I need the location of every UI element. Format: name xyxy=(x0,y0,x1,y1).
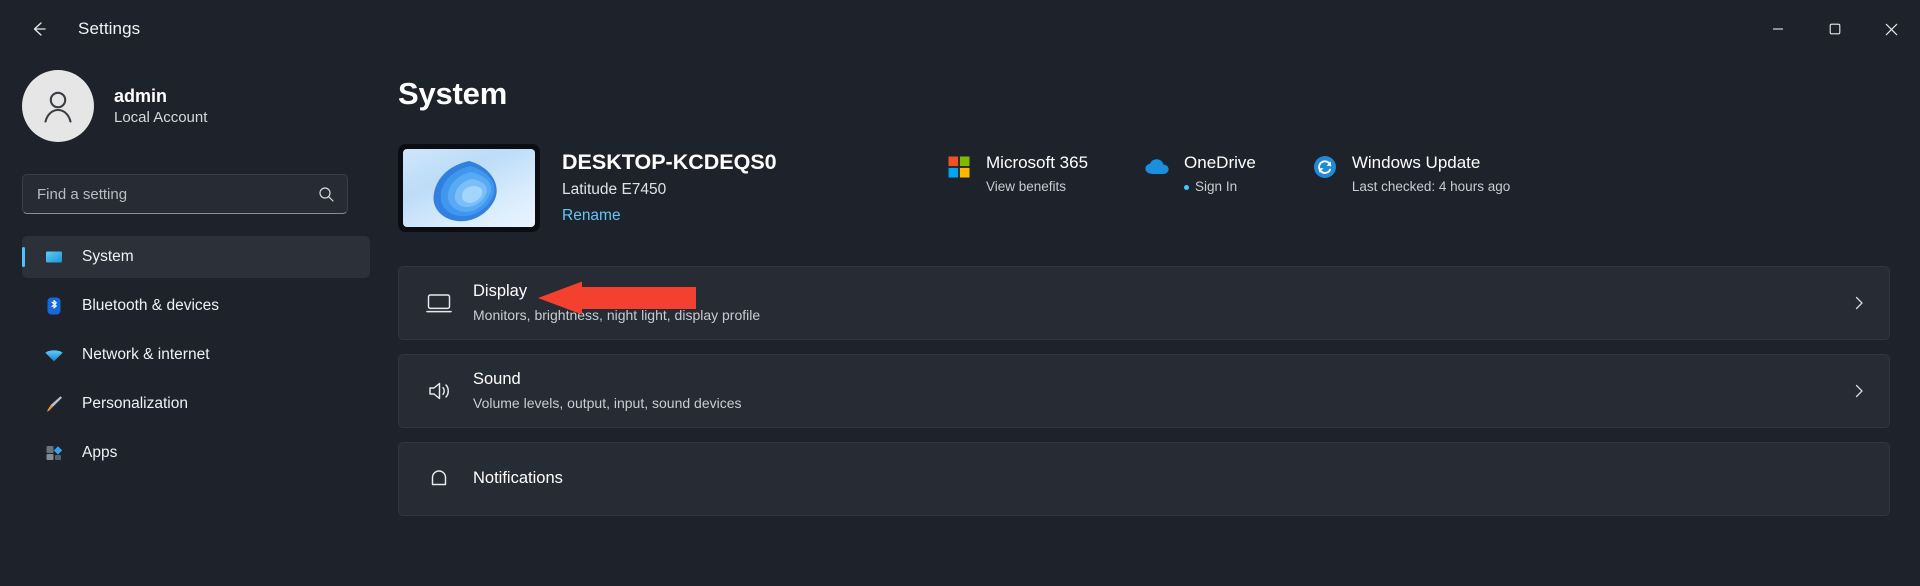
windows-bloom-wallpaper-thumbnail xyxy=(403,149,535,227)
avatar xyxy=(22,70,94,142)
sidebar-item-bluetooth-devices[interactable]: Bluetooth & devices xyxy=(22,285,370,327)
account-name: admin xyxy=(114,84,207,108)
page-title: System xyxy=(398,76,1890,112)
close-icon xyxy=(1885,23,1898,36)
wifi-icon xyxy=(44,345,64,365)
settings-rows: Tekzone.vn Display Monitors, brightness,… xyxy=(398,266,1890,516)
settings-row-sound[interactable]: Sound Volume levels, output, input, soun… xyxy=(398,354,1890,428)
device-thumbnail xyxy=(398,144,540,232)
sidebar-item-label: System xyxy=(82,248,134,266)
quick-link-subtitle: View benefits xyxy=(986,177,1066,197)
window-caption-buttons xyxy=(1749,0,1920,58)
sidebar: admin Local Account xyxy=(0,58,380,586)
main-content: System DESKTOP-KCDEQS0 xyxy=(398,58,1920,586)
sidebar-item-system[interactable]: System xyxy=(22,236,370,278)
search-box[interactable] xyxy=(22,174,348,214)
quick-link-onedrive[interactable]: OneDrive Sign In xyxy=(1144,152,1256,197)
sidebar-item-label: Personalization xyxy=(82,395,188,413)
back-button[interactable] xyxy=(18,11,58,47)
account-type: Local Account xyxy=(114,108,207,128)
maximize-icon xyxy=(1829,23,1841,35)
sidebar-nav: System Bluetooth & devices xyxy=(22,236,380,474)
device-summary: DESKTOP-KCDEQS0 Latitude E7450 Rename xyxy=(398,144,1890,232)
sound-speaker-icon xyxy=(419,378,459,404)
maximize-button[interactable] xyxy=(1806,0,1863,58)
onedrive-cloud-icon xyxy=(1144,154,1170,180)
back-arrow-icon xyxy=(27,18,49,40)
quick-link-title: Microsoft 365 xyxy=(986,152,1088,174)
paintbrush-icon xyxy=(44,394,64,414)
notifications-bell-icon xyxy=(419,466,459,492)
settings-row-text: Display Monitors, brightness, night ligh… xyxy=(473,280,1851,326)
quick-link-windows-update[interactable]: Windows Update Last checked: 4 hours ago xyxy=(1312,152,1510,197)
device-info: DESKTOP-KCDEQS0 Latitude E7450 Rename xyxy=(562,144,777,228)
quick-link-subtitle-row: Last checked: 4 hours ago xyxy=(1352,177,1510,197)
quick-link-subtitle-row: Sign In xyxy=(1184,177,1256,197)
search-input[interactable] xyxy=(37,186,318,203)
quick-link-subtitle: Last checked: 4 hours ago xyxy=(1352,177,1510,197)
settings-row-title: Sound xyxy=(473,368,1851,391)
settings-row-subtitle: Volume levels, output, input, sound devi… xyxy=(473,393,1851,414)
bluetooth-icon xyxy=(44,296,64,316)
windows-update-sync-icon xyxy=(1312,154,1338,180)
apps-icon xyxy=(44,443,64,463)
account-summary[interactable]: admin Local Account xyxy=(22,70,380,142)
quick-link-microsoft-365[interactable]: Microsoft 365 View benefits xyxy=(946,152,1088,197)
minimize-button[interactable] xyxy=(1749,0,1806,58)
device-model: Latitude E7450 xyxy=(562,178,777,202)
sidebar-item-personalization[interactable]: Personalization xyxy=(22,383,370,425)
sidebar-item-apps[interactable]: Apps xyxy=(22,432,370,474)
sidebar-item-network-internet[interactable]: Network & internet xyxy=(22,334,370,376)
quick-link-subtitle-row: View benefits xyxy=(986,177,1088,197)
quick-link-subtitle: Sign In xyxy=(1195,177,1237,197)
display-monitor-icon xyxy=(419,290,459,316)
search-icon[interactable] xyxy=(318,186,335,203)
title-bar: Settings xyxy=(0,0,1920,58)
minimize-icon xyxy=(1772,23,1784,35)
quick-links: Microsoft 365 View benefits OneDrive xyxy=(946,152,1510,197)
settings-row-text: Notifications xyxy=(473,467,1867,490)
settings-row-subtitle: Monitors, brightness, night light, displ… xyxy=(473,305,1851,326)
settings-row-text: Sound Volume levels, output, input, soun… xyxy=(473,368,1851,414)
sidebar-item-label: Apps xyxy=(82,444,117,462)
settings-row-display[interactable]: Display Monitors, brightness, night ligh… xyxy=(398,266,1890,340)
sidebar-item-label: Network & internet xyxy=(82,346,210,364)
quick-link-title: OneDrive xyxy=(1184,152,1256,174)
window-title: Settings xyxy=(78,19,140,39)
settings-row-title: Display xyxy=(473,280,1851,303)
microsoft-365-icon xyxy=(946,154,972,180)
rename-link[interactable]: Rename xyxy=(562,204,621,228)
sidebar-item-label: Bluetooth & devices xyxy=(82,297,219,315)
system-monitor-icon xyxy=(44,247,64,267)
settings-window: Settings xyxy=(0,0,1920,586)
close-button[interactable] xyxy=(1863,0,1920,58)
settings-row-title: Notifications xyxy=(473,467,1867,490)
quick-link-title: Windows Update xyxy=(1352,152,1510,174)
status-dot-icon xyxy=(1184,185,1189,190)
settings-row-notifications[interactable]: Notifications xyxy=(398,442,1890,516)
chevron-right-icon xyxy=(1851,383,1867,399)
chevron-right-icon xyxy=(1851,295,1867,311)
device-name: DESKTOP-KCDEQS0 xyxy=(562,148,777,177)
user-avatar-icon xyxy=(36,84,80,128)
